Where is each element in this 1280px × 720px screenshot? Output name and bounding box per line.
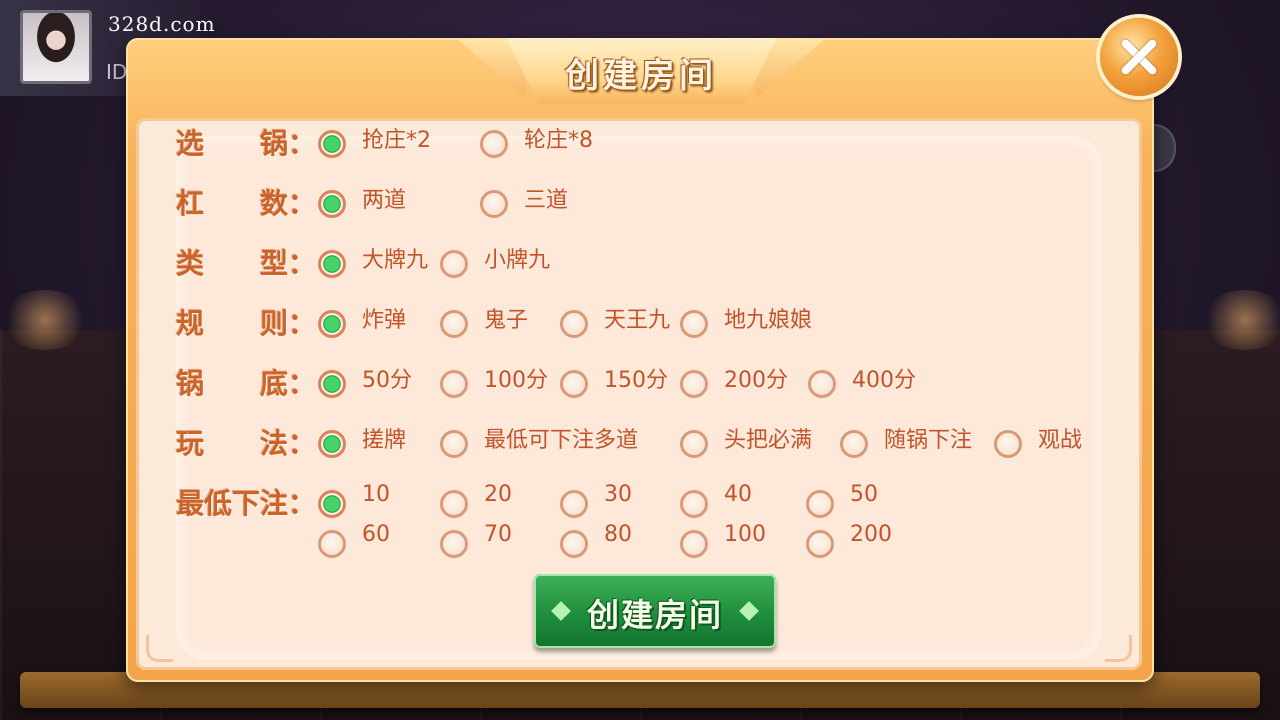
radio-unchecked-icon[interactable] [680,310,708,338]
radio-unchecked-icon[interactable] [318,530,346,558]
radio-unchecked-icon[interactable] [680,490,708,518]
option-label: 天王九 [604,308,671,333]
radio-unchecked-icon[interactable] [440,370,468,398]
option-label: 轮庄*8 [524,128,593,153]
close-button[interactable] [1100,18,1178,96]
option-label: 200 [850,522,892,547]
radio-unchecked-icon[interactable] [440,430,468,458]
radio-unchecked-icon[interactable] [440,530,468,558]
radio-unchecked-icon[interactable] [560,490,588,518]
option-label: 两道 [362,188,407,213]
row-label-bars: 杠 数： [176,187,317,220]
option-label: 40 [724,482,752,507]
radio-checked-icon[interactable] [318,370,346,398]
radio-unchecked-icon[interactable] [680,370,708,398]
option-label: 随锅下注 [884,428,973,453]
option-label: 30 [604,482,632,507]
corner-ornament-right [1105,635,1132,662]
option-label: 观战 [1038,428,1083,453]
radio-checked-icon[interactable] [318,250,346,278]
radio-checked-icon[interactable] [318,130,346,158]
corner-ornament-left [146,635,173,662]
radio-unchecked-icon[interactable] [806,530,834,558]
radio-unchecked-icon[interactable] [480,190,508,218]
radio-unchecked-icon[interactable] [806,490,834,518]
radio-unchecked-icon[interactable] [440,310,468,338]
option-label: 50分 [362,368,412,393]
radio-unchecked-icon[interactable] [994,430,1022,458]
option-label: 三道 [524,188,569,213]
radio-unchecked-icon[interactable] [560,370,588,398]
radio-unchecked-icon[interactable] [560,310,588,338]
option-label: 大牌九 [362,248,429,273]
radio-unchecked-icon[interactable] [480,130,508,158]
radio-unchecked-icon[interactable] [680,530,708,558]
option-label: 100分 [484,368,548,393]
option-label: 10 [362,482,390,507]
option-label: 地九娘娘 [724,308,813,333]
radio-unchecked-icon[interactable] [440,490,468,518]
radio-unchecked-icon[interactable] [840,430,868,458]
row-label-pot: 选 锅： [176,127,317,160]
radio-checked-icon[interactable] [318,430,346,458]
option-label: 400分 [852,368,916,393]
radio-checked-icon[interactable] [318,190,346,218]
option-label: 200分 [724,368,788,393]
option-label: 最低可下注多道 [484,428,639,453]
option-label: 100 [724,522,766,547]
option-label: 70 [484,522,512,547]
radio-unchecked-icon[interactable] [440,250,468,278]
option-label: 80 [604,522,632,547]
option-label: 头把必满 [724,428,813,453]
create-room-button[interactable]: 创建房间 [534,574,776,648]
option-label: 搓牌 [362,428,407,453]
row-label-play: 玩 法： [176,427,317,460]
row-label-base: 锅 底： [176,367,317,400]
site-watermark: 328d.com [108,12,216,36]
radio-checked-icon[interactable] [318,310,346,338]
dialog-title: 创建房间 [565,56,717,96]
option-label: 小牌九 [484,248,551,273]
option-label: 60 [362,522,390,547]
create-room-button-label: 创建房间 [586,596,723,634]
lamp-glow-right [1200,290,1280,350]
radio-unchecked-icon[interactable] [680,430,708,458]
create-room-dialog: 创建房间 选 锅： 抢庄*2 轮庄*8 杠 数： 两道 三道类 型： 大牌九 小牌九规 则： 炸… [126,18,1178,682]
option-label: 150分 [604,368,668,393]
row-label-min-bet: 最低下注： [176,487,317,520]
lamp-glow-left [0,290,90,350]
row-label-type: 类 型： [176,247,317,280]
profile-id-label: ID [106,60,128,84]
radio-unchecked-icon[interactable] [560,530,588,558]
row-label-rules: 规 则： [176,307,317,340]
radio-checked-icon[interactable] [318,490,346,518]
avatar[interactable] [20,10,92,84]
radio-unchecked-icon[interactable] [808,370,836,398]
option-label: 炸弹 [362,308,407,333]
option-label: 20 [484,482,512,507]
option-label: 鬼子 [484,308,529,333]
option-label: 抢庄*2 [362,128,431,153]
option-label: 50 [850,482,878,507]
